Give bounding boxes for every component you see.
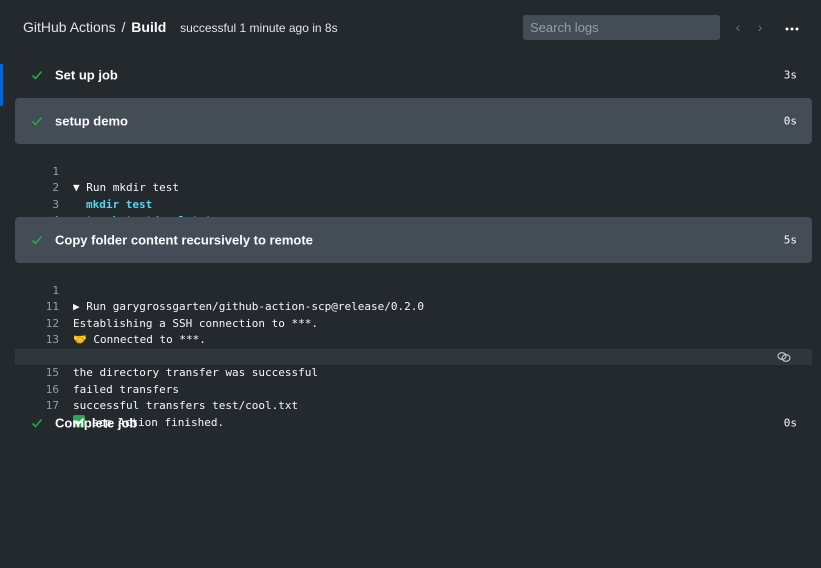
- log-line[interactable]: 12 🤝 Connected to ***.: [15, 299, 812, 347]
- workflow-name[interactable]: GitHub Actions: [23, 19, 116, 35]
- step-set-up-job[interactable]: Set up job 3s: [15, 52, 812, 98]
- step-duration: 3s: [783, 68, 797, 82]
- step-name: Set up job: [55, 67, 118, 83]
- check-icon: [31, 70, 43, 80]
- breadcrumb-separator: /: [121, 19, 126, 35]
- log-line[interactable]: 1 ▶ Run garygrossgarten/github-action-sc…: [15, 266, 812, 314]
- search-logs-input[interactable]: [523, 15, 720, 40]
- breadcrumb: GitHub Actions / Build successful 1 minu…: [23, 19, 338, 35]
- step-duration: 0s: [783, 416, 797, 430]
- log-line[interactable]: 2 mkdir test: [15, 164, 812, 211]
- log-line[interactable]: 1 ▼ Run mkdir test: [15, 147, 812, 195]
- step-duration: 5s: [783, 233, 797, 247]
- step-name: Complete job: [55, 415, 138, 431]
- step-name: setup demo: [55, 113, 128, 129]
- check-icon: [31, 116, 43, 126]
- log-line[interactable]: 14 the directory transfer was successful: [15, 332, 812, 380]
- job-name: Build: [131, 19, 167, 35]
- log-line[interactable]: 4 shell: /bin/bash -e {0}: [15, 197, 812, 244]
- selection-indicator: [0, 64, 3, 106]
- step-duration: 0s: [783, 114, 797, 128]
- log-line[interactable]: 11 Establishing a SSH connection to ***.: [15, 283, 812, 330]
- step-log-copy-folder: 1 ▶ Run garygrossgarten/github-action-sc…: [15, 266, 812, 429]
- chevron-left-icon[interactable]: ‹: [730, 18, 746, 36]
- log-line[interactable]: 13 Starting scp Action: test to ./: [15, 316, 812, 363]
- log-line[interactable]: 16 successful transfers test/cool.txt: [15, 365, 812, 413]
- run-status: successful 1 minute ago in 8s: [180, 21, 338, 35]
- chevron-right-icon[interactable]: ›: [752, 18, 768, 36]
- step-name: Copy folder content recursively to remot…: [55, 232, 313, 248]
- check-icon: [31, 235, 43, 245]
- kebab-horizontal-icon[interactable]: [782, 16, 802, 36]
- step-log-setup-demo: 1 ▼ Run mkdir test 2 mkdir test 3 touch …: [15, 147, 812, 244]
- log-header: GitHub Actions / Build successful 1 minu…: [0, 0, 821, 56]
- link-icon[interactable]: [777, 351, 791, 363]
- log-line-highlighted[interactable]: 15 failed transfers: [15, 348, 812, 396]
- check-icon: [31, 418, 43, 428]
- log-line[interactable]: 17 scp Action finished.: [15, 382, 812, 429]
- step-setup-demo[interactable]: setup demo 0s: [15, 98, 812, 144]
- step-complete-job[interactable]: Complete job 0s: [15, 400, 812, 446]
- log-line[interactable]: 3 touch test/cool.txt: [15, 180, 812, 228]
- step-copy-folder-content[interactable]: Copy folder content recursively to remot…: [15, 217, 812, 263]
